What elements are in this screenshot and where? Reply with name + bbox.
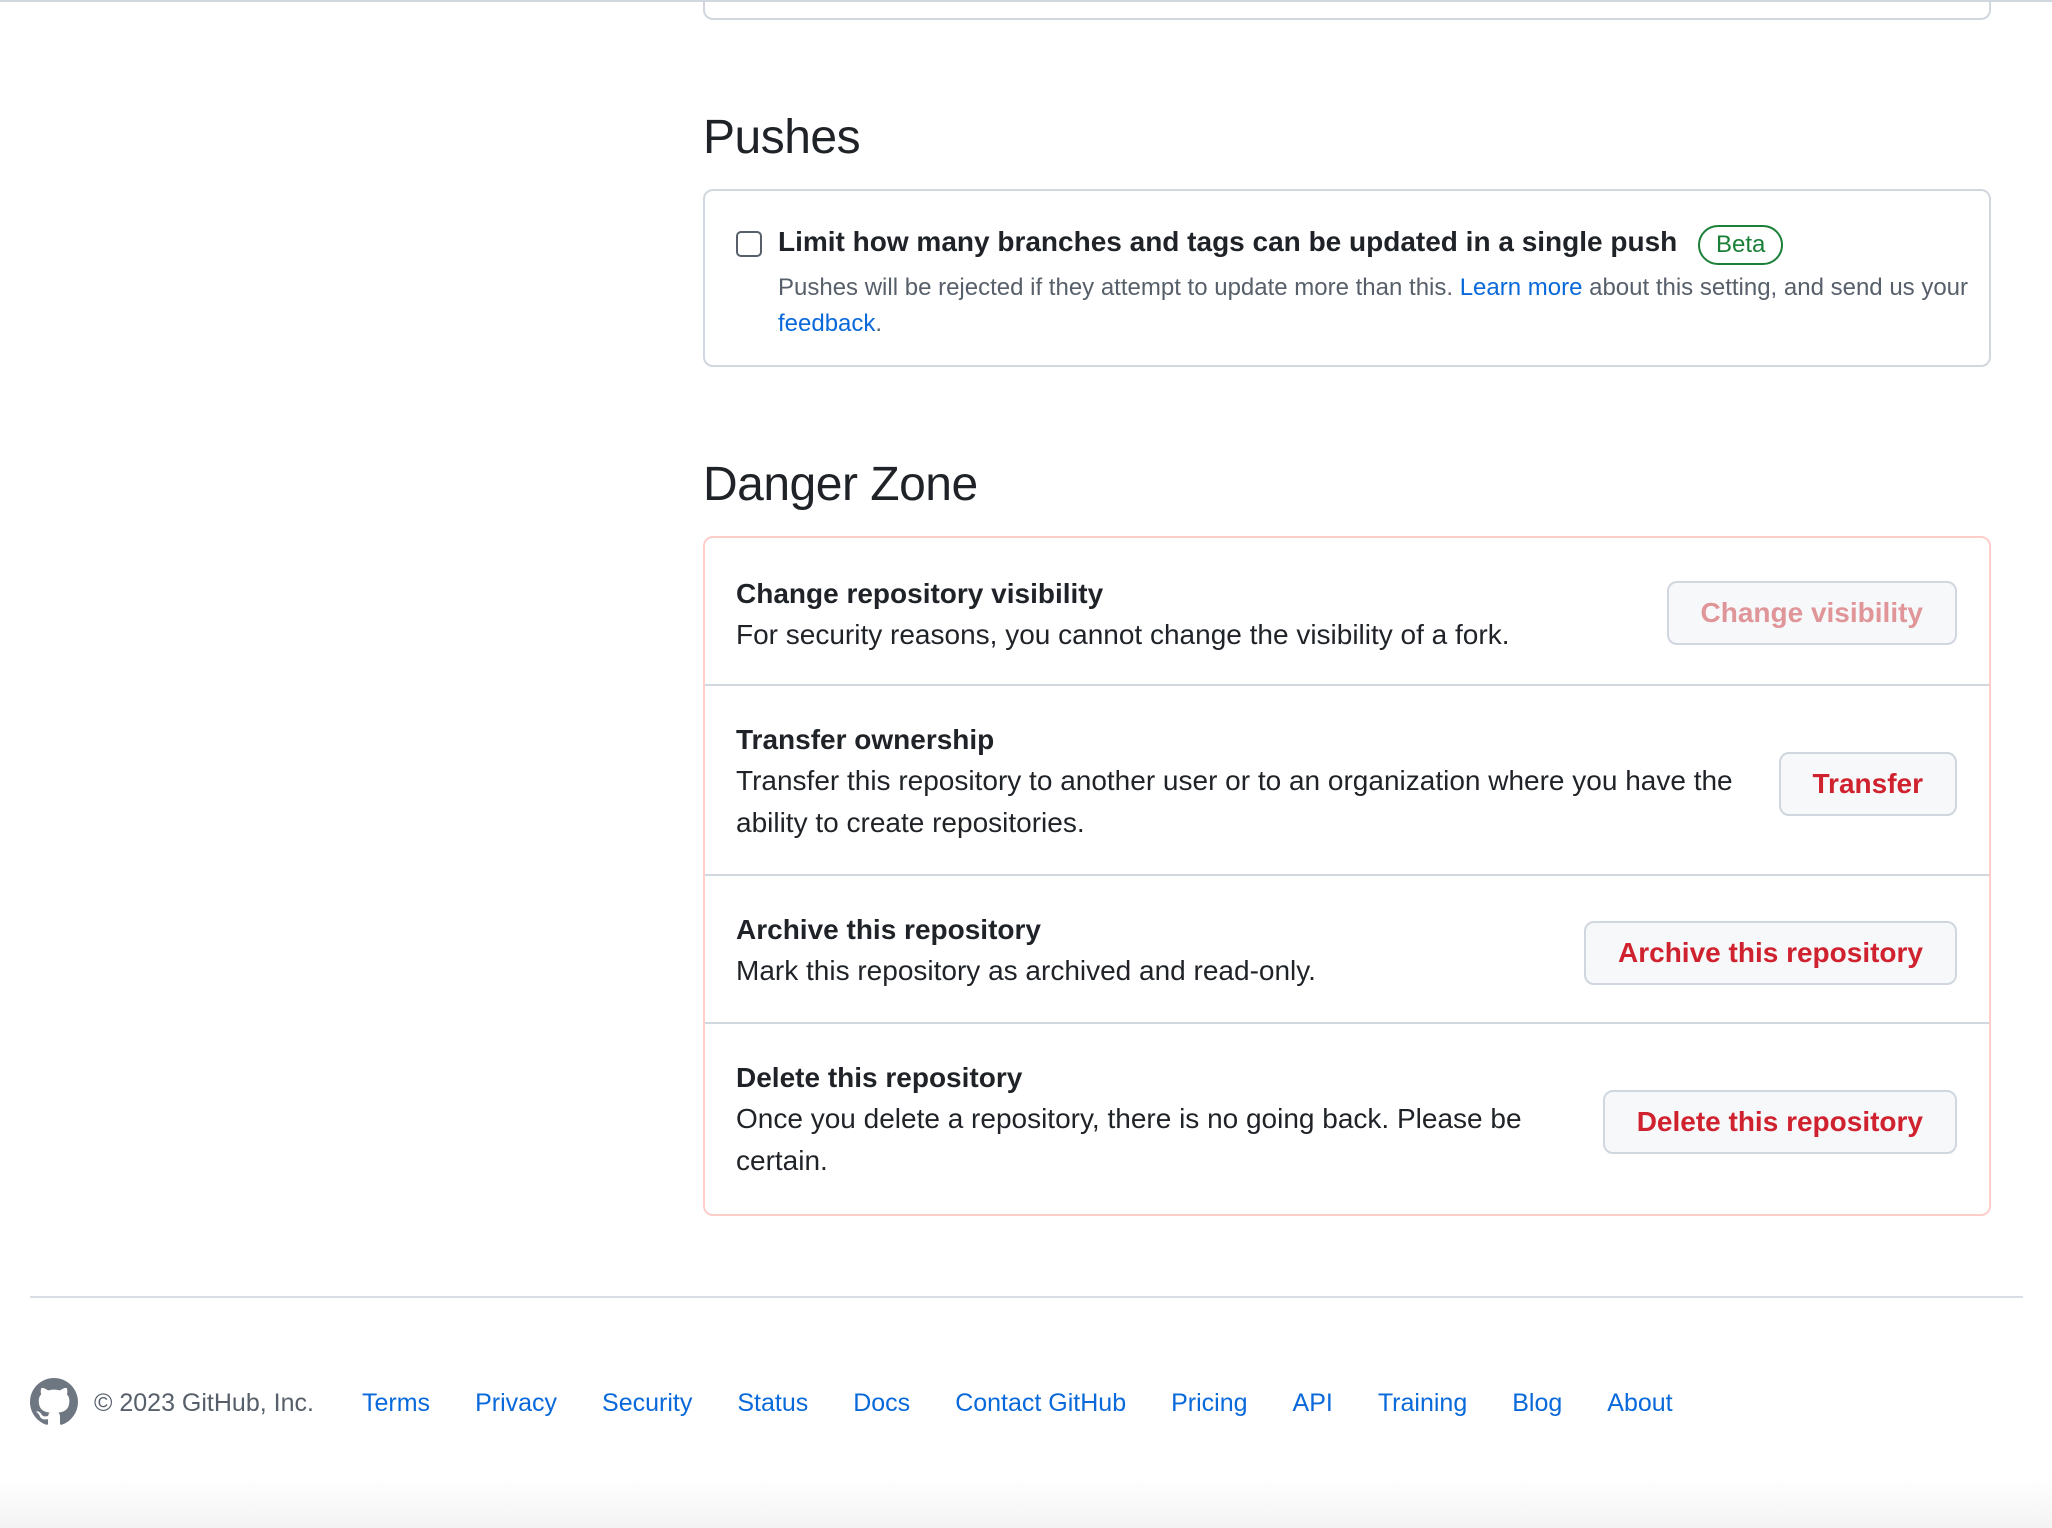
danger-row-archive: Archive this repository Mark this reposi… bbox=[705, 876, 1989, 1024]
desc-text-1: Pushes will be rejected if they attempt … bbox=[778, 274, 1460, 301]
window-bottom-edge bbox=[0, 1478, 2052, 1528]
footer-link-pricing[interactable]: Pricing bbox=[1171, 1389, 1247, 1418]
footer-link-api[interactable]: API bbox=[1293, 1389, 1333, 1418]
row-description: Transfer this repository to another user… bbox=[736, 765, 1733, 838]
delete-repository-button[interactable]: Delete this repository bbox=[1602, 1090, 1957, 1154]
row-title: Change repository visibility bbox=[736, 578, 1104, 609]
footer-link-docs[interactable]: Docs bbox=[853, 1389, 910, 1418]
footer-links: Terms Privacy Security Status Docs Conta… bbox=[362, 1389, 1673, 1418]
footer-link-terms[interactable]: Terms bbox=[362, 1389, 430, 1418]
footer-link-training[interactable]: Training bbox=[1378, 1389, 1467, 1418]
limit-pushes-description: Pushes will be rejected if they attempt … bbox=[778, 270, 1978, 342]
footer-link-about[interactable]: About bbox=[1607, 1389, 1672, 1418]
row-title: Transfer ownership bbox=[736, 724, 995, 755]
danger-zone-heading: Danger Zone bbox=[703, 458, 978, 511]
danger-row-delete: Delete this repository Once you delete a… bbox=[705, 1024, 1989, 1214]
footer-copyright: © 2023 GitHub, Inc. bbox=[94, 1389, 314, 1417]
footer-divider bbox=[30, 1296, 2023, 1298]
feedback-link[interactable]: feedback bbox=[778, 310, 875, 337]
github-mark-icon[interactable] bbox=[30, 1378, 78, 1426]
desc-text-2: about this setting, and send us your bbox=[1582, 274, 1969, 301]
footer-link-privacy[interactable]: Privacy bbox=[475, 1389, 557, 1418]
pushes-heading: Pushes bbox=[703, 111, 861, 164]
limit-pushes-label[interactable]: Limit how many branches and tags can be … bbox=[778, 226, 1677, 258]
row-description: For security reasons, you cannot change … bbox=[736, 619, 1510, 650]
danger-zone-box: Change repository visibility For securit… bbox=[703, 536, 1991, 1216]
beta-badge: Beta bbox=[1698, 225, 1784, 265]
limit-pushes-checkbox[interactable] bbox=[736, 231, 762, 257]
learn-more-link[interactable]: Learn more bbox=[1460, 274, 1583, 301]
row-title: Delete this repository bbox=[736, 1062, 1023, 1093]
danger-row-visibility: Change repository visibility For securit… bbox=[705, 538, 1989, 686]
row-description: Mark this repository as archived and rea… bbox=[736, 955, 1316, 986]
row-title: Archive this repository bbox=[736, 914, 1041, 945]
footer-link-contact[interactable]: Contact GitHub bbox=[955, 1389, 1126, 1418]
row-description: Once you delete a repository, there is n… bbox=[736, 1103, 1522, 1176]
change-visibility-button[interactable]: Change visibility bbox=[1666, 581, 1957, 645]
footer-link-blog[interactable]: Blog bbox=[1512, 1389, 1562, 1418]
footer-link-security[interactable]: Security bbox=[602, 1389, 692, 1418]
settings-page: Pushes Limit how many branches and tags … bbox=[0, 0, 2052, 1528]
transfer-button[interactable]: Transfer bbox=[1778, 752, 1957, 816]
desc-text-3: . bbox=[875, 310, 883, 337]
pushes-settings-box: Limit how many branches and tags can be … bbox=[703, 189, 1991, 367]
archive-repository-button[interactable]: Archive this repository bbox=[1584, 921, 1957, 985]
footer-link-status[interactable]: Status bbox=[737, 1389, 808, 1418]
previous-section-box bbox=[703, 0, 1991, 20]
danger-row-transfer: Transfer ownership Transfer this reposit… bbox=[705, 686, 1989, 876]
